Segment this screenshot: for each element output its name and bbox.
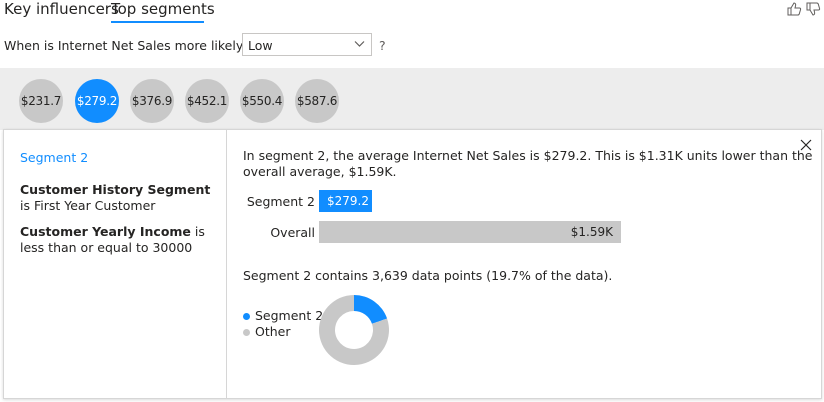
segment-bubble-1[interactable]: $231.7: [19, 79, 63, 123]
segment-bubble-3[interactable]: $376.9: [130, 79, 174, 123]
legend-label: Other: [255, 324, 291, 339]
legend-dot-icon: [243, 312, 250, 320]
segment-detail-card: Segment 2 Customer History Segment is Fi…: [3, 129, 822, 399]
donut-slice-segment: [354, 295, 388, 324]
thumbs-up-icon[interactable]: [786, 1, 802, 17]
legend-item-segment: Segment 2: [243, 308, 323, 324]
segment-condition-1: Customer History Segment is First Year C…: [20, 182, 220, 214]
chevron-down-icon: [354, 41, 365, 47]
target-value-dropdown[interactable]: Low: [242, 33, 372, 56]
segment-bubble-strip: $231.7 $279.2 $376.9 $452.1 $550.4 $587.…: [0, 68, 824, 130]
tab-key-influencers[interactable]: Key influencers: [4, 0, 119, 18]
question-text: When is Internet Net Sales more likely t…: [4, 38, 280, 53]
bar-segment: $279.2: [319, 190, 372, 212]
donut-legend: Segment 2 Other: [243, 308, 323, 340]
segment-name: Segment 2: [20, 150, 89, 165]
segment-share-donut: [319, 295, 389, 365]
bar-value-segment: $279.2: [327, 194, 369, 208]
segment-bubble-5[interactable]: $550.4: [240, 79, 284, 123]
thumbs-down-icon[interactable]: [805, 1, 821, 17]
active-tab-underline: [111, 21, 204, 23]
bar-label-overall: Overall: [270, 225, 315, 240]
legend-label: Segment 2: [255, 308, 324, 323]
dropdown-value: Low: [248, 38, 273, 53]
segment-bubble-6[interactable]: $587.6: [295, 79, 339, 123]
condition-field: Customer History Segment: [20, 182, 211, 197]
tab-top-segments[interactable]: Top segments: [111, 0, 215, 18]
segment-summary: In segment 2, the average Internet Net S…: [243, 148, 813, 179]
bar-overall: $1.59K: [319, 221, 621, 243]
legend-dot-icon: [243, 328, 250, 336]
data-points-text: Segment 2 contains 3,639 data points (19…: [243, 268, 613, 283]
segment-bubble-4[interactable]: $452.1: [185, 79, 229, 123]
card-divider: [226, 130, 227, 398]
segment-bubble-2[interactable]: $279.2: [75, 79, 119, 123]
help-question-mark[interactable]: ?: [379, 38, 386, 53]
bar-label-segment: Segment 2: [246, 194, 315, 209]
tab-bar: Key influencers Top segments: [0, 0, 824, 30]
condition-text: is First Year Customer: [20, 198, 156, 213]
bar-value-overall: $1.59K: [570, 225, 613, 239]
condition-field: Customer Yearly Income: [20, 224, 191, 239]
legend-item-other: Other: [243, 324, 323, 340]
segment-condition-2: Customer Yearly Income is less than or e…: [20, 224, 220, 256]
